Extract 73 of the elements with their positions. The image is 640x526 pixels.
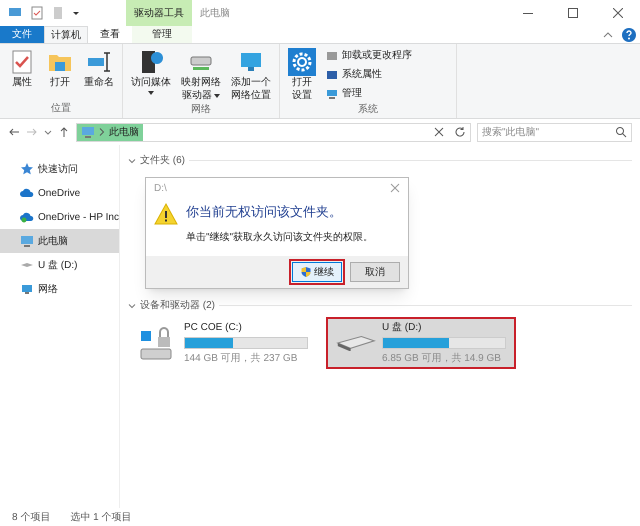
dialog-title: D:\ [154,182,168,196]
sidebar-item[interactable]: 网络 [0,277,119,301]
checklist-icon[interactable] [30,6,44,20]
search-icon[interactable] [615,126,627,138]
minimize-icon [522,12,532,14]
drive-free-space: 144 GB 可用，共 237 GB [184,352,298,366]
close-icon [612,8,622,18]
cloud-icon [20,210,34,224]
chevron-icon[interactable] [128,302,136,310]
dialog-heading: 你当前无权访问该文件夹。 [186,203,343,221]
ribbon-tab[interactable]: 文件 [0,26,44,43]
status-text: 选中 1 个项目 [70,510,132,524]
ribbon-group-label: 网络 [190,103,212,117]
up-arrow-icon[interactable] [58,126,70,138]
properties-icon [326,68,338,80]
drive-icon [336,336,376,350]
search-input[interactable]: 搜索"此电脑" [482,124,615,140]
help-icon[interactable] [622,28,636,42]
program-icon [326,50,338,62]
caret-icon[interactable] [72,9,80,17]
clear-icon[interactable] [434,127,444,137]
drive-icon [20,262,34,268]
section-header: 文件夹 (6) [140,154,185,168]
sidebar-item[interactable]: 此电脑 [0,229,119,253]
computer-icon [326,88,338,100]
ribbon-group-label: 位置 [50,102,72,116]
computer-icon [20,234,34,248]
status-text: 8 个项目 [12,510,50,524]
maximize-icon [568,8,578,18]
sidebar-item[interactable]: OneDrive - HP Inc [0,205,119,229]
clipboard-icon[interactable] [52,6,64,20]
ribbon-button[interactable]: 映射网络 驱动器 [177,48,225,102]
ribbon-tab[interactable]: 查看 [88,26,132,43]
sidebar-item[interactable]: U 盘 (D:) [0,253,119,277]
section-header: 设备和驱动器 (2) [140,298,215,313]
search-field[interactable]: 搜索"此电脑" [477,122,632,142]
cloud-icon [20,186,34,200]
refresh-icon[interactable] [454,126,466,138]
drive-name: U 盘 (D:) [382,321,422,335]
dialog-button[interactable]: 继续 [292,262,342,282]
ribbon-small-button[interactable]: 系统属性 [326,67,452,82]
ribbon-button[interactable]: 添加一个 网络位置 [227,48,275,102]
shield-icon [300,266,312,278]
window-title: 此电脑 [199,6,231,20]
network-icon [20,282,34,296]
drive-tile[interactable]: PC COE (C:) 144 GB 可用，共 237 GB [128,317,318,369]
ribbon-button[interactable]: 打开 [42,48,78,101]
computer-icon [81,125,95,139]
ribbon-button[interactable]: 访问媒体 [127,48,175,102]
ribbon-group-label: 系统 [357,102,379,117]
chevron-icon[interactable] [99,128,105,136]
chevron-icon[interactable] [128,156,136,164]
drive-free-space: 6.85 GB 可用，共 14.9 GB [382,352,502,366]
settings-icon [288,48,316,76]
ribbon-button[interactable]: 属性 [4,48,40,101]
sidebar-item[interactable]: 快速访问 [0,157,119,181]
close-icon[interactable] [390,183,400,193]
contextual-tab-header: 驱动器工具 [126,0,192,26]
warning-icon [154,202,178,226]
ribbon-small-button[interactable]: 管理 [326,86,452,101]
dialog-message: 单击"继续"获取永久访问该文件夹的权限。 [186,230,374,244]
ribbon-small-button[interactable]: 卸载或更改程序 [326,48,452,63]
ribbon-tab[interactable]: 管理 [132,26,192,43]
drive-tile[interactable]: U 盘 (D:) 6.85 GB 可用，共 14.9 GB [326,317,516,369]
dialog-button[interactable]: 取消 [350,262,400,282]
address-bar[interactable]: 此电脑 [76,122,471,142]
ribbon-button[interactable]: 重命名 [80,48,118,101]
star-icon [20,162,34,176]
ribbon-button[interactable]: 打开 设置 [284,48,320,102]
back-arrow-icon[interactable] [8,126,20,138]
ribbon-tab[interactable]: 计算机 [44,26,88,43]
drive-name: PC COE (C:) [184,321,243,335]
sidebar-item[interactable]: OneDrive [0,181,119,205]
